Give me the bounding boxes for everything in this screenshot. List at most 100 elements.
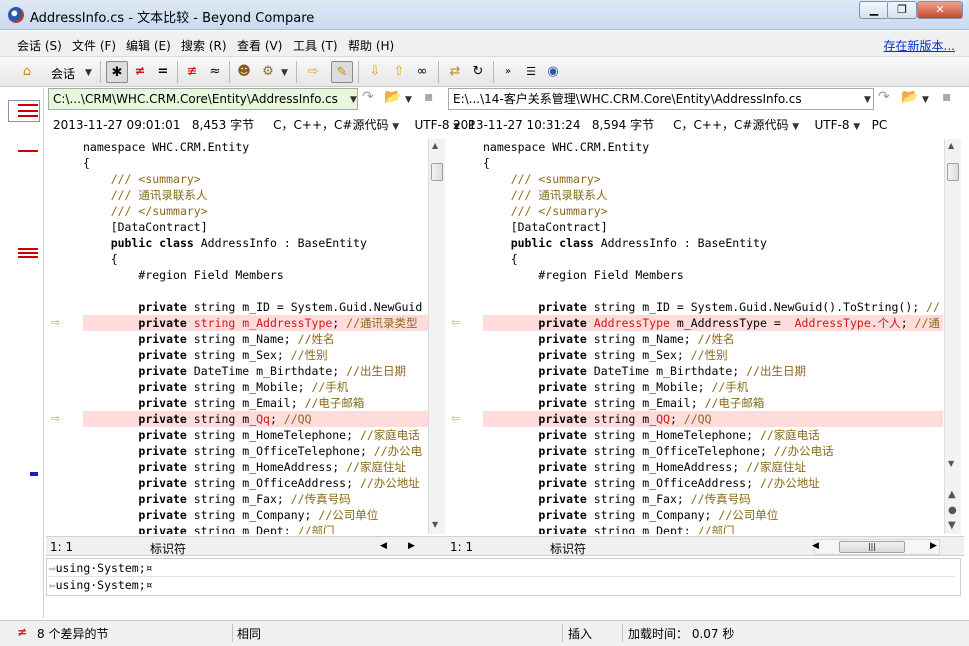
scroll-right-icon[interactable]: ▶ xyxy=(408,541,415,551)
menu-tools[interactable]: 工具 (T) xyxy=(293,37,338,54)
code-line[interactable]: private string m_Fax; //传真号码 xyxy=(483,491,943,507)
code-line[interactable]: /// 通讯录联系人 xyxy=(83,187,428,203)
left-path-dropdown-icon[interactable]: ▼ xyxy=(350,95,357,105)
show-diffs-button[interactable]: ≠ xyxy=(129,61,151,83)
code-line[interactable]: private string m_Fax; //传真号码 xyxy=(83,491,428,507)
code-line[interactable]: public class AddressInfo : BaseEntity xyxy=(83,235,428,251)
next-diff-button[interactable]: ⇩ xyxy=(364,61,386,83)
code-line[interactable]: private string m_ID = System.Guid.NewGui… xyxy=(83,299,428,315)
copy-to-right-arrow-icon[interactable]: ⇨ xyxy=(51,413,65,424)
code-line[interactable]: #region Field Members xyxy=(83,267,428,283)
left-scroll-thumb[interactable] xyxy=(431,163,443,181)
code-line[interactable]: private string m_Name; //姓名 xyxy=(83,331,428,347)
left-save-icon[interactable]: ▪ xyxy=(424,89,434,105)
right-scroll-thumb[interactable] xyxy=(947,163,959,181)
right-open-folder-icon[interactable]: 📂 xyxy=(901,89,918,105)
find-button[interactable]: ∞ xyxy=(411,61,433,83)
code-line[interactable]: private string m_ID = System.Guid.NewGui… xyxy=(483,299,943,315)
left-open-dropdown-icon[interactable]: ▼ xyxy=(405,95,412,105)
context-button[interactable]: ≢ xyxy=(181,61,203,83)
right-lineend[interactable]: PC xyxy=(872,118,888,132)
format-button[interactable]: ⚙ xyxy=(257,61,279,83)
list-button[interactable]: ☰ xyxy=(520,61,542,83)
code-line[interactable]: { xyxy=(483,155,943,171)
code-line[interactable]: private string m_Mobile; //手机 xyxy=(483,379,943,395)
code-line[interactable]: private string m_HomeAddress; //家庭住址 xyxy=(83,459,428,475)
new-version-link[interactable]: 存在新版本... xyxy=(884,37,955,54)
code-line[interactable]: private string m_Email; //电子邮箱 xyxy=(83,395,428,411)
code-line[interactable]: private string m_OfficeTelephone; //办公电话 xyxy=(483,443,943,459)
code-line[interactable]: /// </summary> xyxy=(83,203,428,219)
code-line[interactable]: private string m_Email; //电子邮箱 xyxy=(483,395,943,411)
right-save-icon[interactable]: ▪ xyxy=(942,89,952,105)
left-vertical-scrollbar[interactable]: ▲ ▼ xyxy=(428,139,445,534)
home-button[interactable]: ⌂ xyxy=(16,61,38,83)
code-line[interactable]: private string m_HomeTelephone; //家庭电话 xyxy=(83,427,428,443)
web-button[interactable]: ◉ xyxy=(542,61,564,83)
right-encoding-dropdown-icon[interactable]: ▼ xyxy=(853,122,860,132)
code-line[interactable]: private string m_Company; //公司单位 xyxy=(83,507,428,523)
detail-line-right[interactable]: ⇦using·System;¤ xyxy=(49,577,955,594)
right-format-dropdown-icon[interactable]: ▼ xyxy=(792,122,799,132)
menu-session[interactable]: 会话 (S) xyxy=(17,37,62,54)
line-details-pane[interactable]: ⇨using·System;¤ ⇦using·System;¤ xyxy=(46,558,961,596)
close-button[interactable]: ✕ xyxy=(917,1,963,19)
right-hscroll-thumb[interactable]: ||| xyxy=(839,541,905,553)
menu-help[interactable]: 帮助 (H) xyxy=(348,37,394,54)
code-line[interactable]: /// <summary> xyxy=(483,171,943,187)
scroll-down-icon[interactable]: ▼ xyxy=(432,520,438,529)
code-line[interactable]: namespace WHC.CRM.Entity xyxy=(483,139,943,155)
scroll-up-icon[interactable]: ▲ xyxy=(948,141,954,150)
code-line[interactable]: private string m_QQ; //QQ xyxy=(483,411,943,427)
copy-to-right-arrow-icon[interactable]: ⇨ xyxy=(51,317,65,328)
scroll-down-icon[interactable]: ▼ xyxy=(948,459,954,468)
scroll-up-icon[interactable]: ▲ xyxy=(432,141,438,150)
left-encoding[interactable]: UTF-8 xyxy=(414,118,449,132)
code-line[interactable]: /// </summary> xyxy=(483,203,943,219)
thumbnail-pane[interactable] xyxy=(0,88,44,618)
format-dropdown-icon[interactable]: ▼ xyxy=(281,68,288,78)
code-line[interactable]: /// 通讯录联系人 xyxy=(483,187,943,203)
swap-button[interactable]: ⇄ xyxy=(444,61,466,83)
right-encoding[interactable]: UTF-8 xyxy=(814,118,849,132)
menu-file[interactable]: 文件 (F) xyxy=(72,37,116,54)
next-page-icon[interactable]: ▼ xyxy=(948,520,956,531)
minor-button[interactable]: ≈ xyxy=(204,61,226,83)
left-code-pane[interactable]: ⇨ ⇨ namespace WHC.CRM.Entity{ /// <summar… xyxy=(48,139,428,534)
show-all-button[interactable]: ✱ xyxy=(106,61,128,83)
code-line[interactable]: private string m_HomeTelephone; //家庭电话 xyxy=(483,427,943,443)
right-path-dropdown-icon[interactable]: ▼ xyxy=(864,95,871,105)
expand-button[interactable]: » xyxy=(497,61,519,83)
code-line[interactable] xyxy=(483,283,943,299)
code-line[interactable]: private string m_Dept; //部门 xyxy=(83,523,428,534)
left-code[interactable]: namespace WHC.CRM.Entity{ /// <summary> … xyxy=(83,139,428,534)
code-line[interactable]: private string m_Qq; //QQ xyxy=(83,411,428,427)
code-line[interactable]: private string m_OfficeAddress; //办公地址 xyxy=(83,475,428,491)
code-line[interactable]: private DateTime m_Birthdate; //出生日期 xyxy=(83,363,428,379)
code-line[interactable]: { xyxy=(483,251,943,267)
right-history-button[interactable]: ↷ xyxy=(878,89,890,105)
refresh-button[interactable]: ↻ xyxy=(467,61,489,83)
right-horizontal-scrollbar[interactable]: ||| xyxy=(814,539,940,555)
session-label[interactable]: 会话 xyxy=(51,65,75,82)
left-format[interactable]: C，C++，C#源代码 xyxy=(273,118,388,132)
code-line[interactable]: private AddressType m_AddressType = Addr… xyxy=(483,315,943,331)
menu-edit[interactable]: 编辑 (E) xyxy=(126,37,171,54)
detail-line-left[interactable]: ⇨using·System;¤ xyxy=(49,560,955,577)
code-line[interactable]: private string m_Name; //姓名 xyxy=(483,331,943,347)
code-line[interactable]: public class AddressInfo : BaseEntity xyxy=(483,235,943,251)
session-dropdown-icon[interactable]: ▼ xyxy=(85,68,92,78)
code-line[interactable]: [DataContract] xyxy=(83,219,428,235)
prev-page-icon[interactable]: ▲ xyxy=(948,489,956,500)
right-path-input[interactable]: E:\...\14-客户关系管理\WHC.CRM.Core\Entity\Add… xyxy=(448,88,874,110)
right-vertical-scrollbar[interactable]: ▲ ▼ ▲ ● ▼ xyxy=(944,139,961,534)
code-line[interactable]: { xyxy=(83,155,428,171)
code-line[interactable]: private string m_HomeAddress; //家庭住址 xyxy=(483,459,943,475)
right-code-pane[interactable]: ⇦ ⇦ namespace WHC.CRM.Entity{ /// <summar… xyxy=(448,139,943,534)
scroll-left-icon[interactable]: ◀ xyxy=(380,541,387,551)
minimize-button[interactable]: ▁ xyxy=(859,1,889,19)
code-line[interactable]: #region Field Members xyxy=(483,267,943,283)
scroll-right-icon[interactable]: ▶ xyxy=(930,541,937,551)
code-line[interactable]: private string m_Sex; //性别 xyxy=(483,347,943,363)
edit-button[interactable]: ✎ xyxy=(331,61,353,83)
